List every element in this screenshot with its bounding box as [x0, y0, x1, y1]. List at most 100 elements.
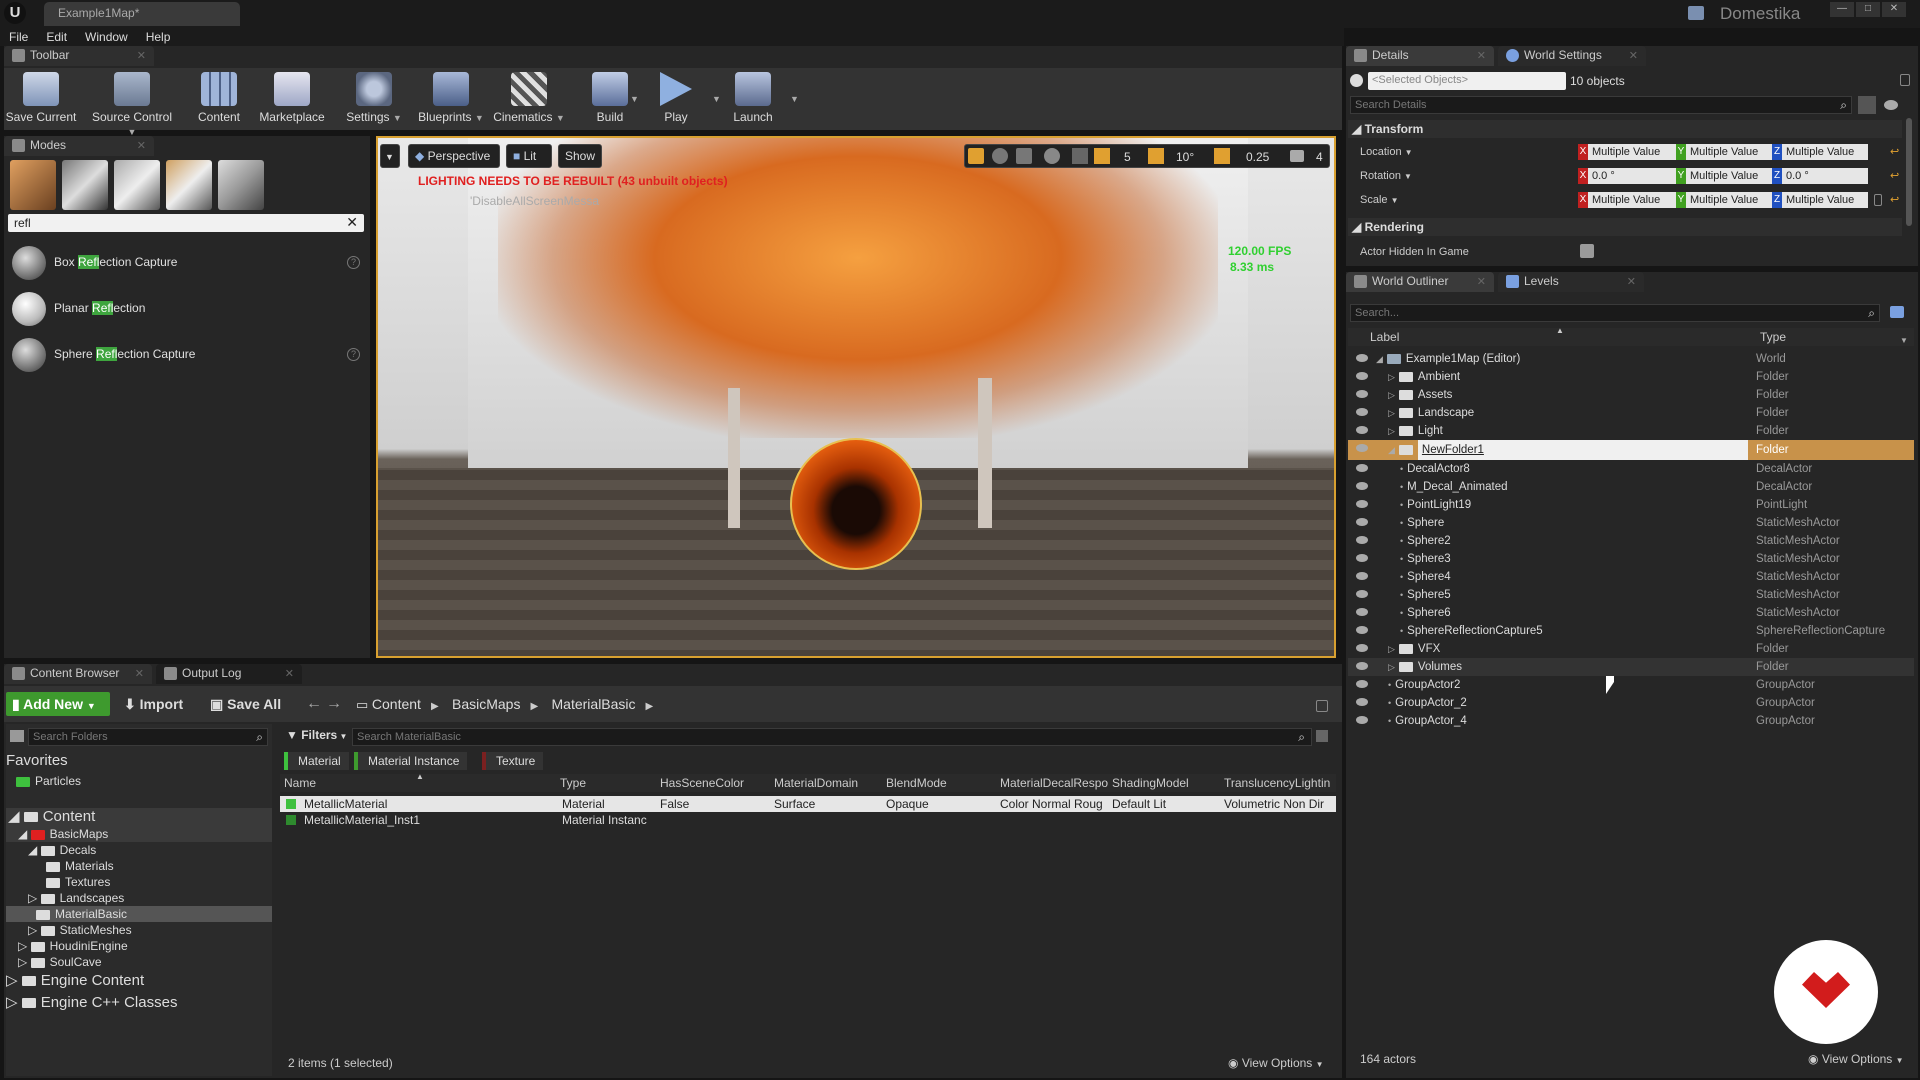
col-shadingmodel[interactable]: ShadingModel: [1112, 776, 1189, 790]
close-window-button[interactable]: ✕: [1882, 2, 1906, 17]
visibility-eye-icon[interactable]: [1356, 536, 1368, 544]
modes-search-box[interactable]: refl ✕: [8, 214, 364, 232]
visibility-eye-icon[interactable]: [1356, 662, 1368, 670]
content-browser-tab[interactable]: Content Browser ✕: [4, 664, 152, 684]
visibility-eye-icon[interactable]: [1356, 554, 1368, 562]
cinematics-button[interactable]: Cinematics ▼: [484, 70, 574, 130]
place-mode-icon[interactable]: [10, 160, 56, 210]
col-hasscenecolor[interactable]: HasSceneColor: [660, 776, 744, 790]
filter-chip-material-instance[interactable]: Material Instance: [354, 752, 468, 770]
outliner-row[interactable]: • Sphere StaticMeshActor: [1348, 514, 1914, 532]
scale-snap-icon[interactable]: [1214, 148, 1230, 164]
visibility-eye-icon[interactable]: [1356, 644, 1368, 652]
chevron-down-icon[interactable]: ▼: [1900, 336, 1908, 345]
visibility-eye-icon[interactable]: [1356, 482, 1368, 490]
back-icon[interactable]: ←: [306, 695, 322, 713]
asset-search-box[interactable]: Search MaterialBasic ⌕: [352, 728, 1312, 746]
outliner-view-options-button[interactable]: ◉ View Options ▼: [1808, 1052, 1904, 1066]
import-button[interactable]: ⬇ Import: [124, 696, 183, 713]
world-outliner-tab[interactable]: World Outliner ✕: [1346, 272, 1494, 292]
sphere-reflection-capture-item[interactable]: Sphere Reflection Capture?: [8, 334, 364, 376]
outliner-search-box[interactable]: Search... ⌕: [1350, 304, 1880, 322]
rotation-label[interactable]: Rotation ▼: [1360, 170, 1412, 182]
minimize-button[interactable]: —: [1830, 2, 1854, 17]
tree-landscapes[interactable]: ▷ Landscapes: [6, 890, 272, 906]
outliner-row[interactable]: ▷ VFX Folder: [1348, 640, 1914, 658]
paint-mode-icon[interactable]: [62, 160, 108, 210]
crumb-materialbasic[interactable]: MaterialBasic: [552, 696, 636, 712]
rotation-snap-icon[interactable]: [1148, 148, 1164, 164]
col-blendmode[interactable]: BlendMode: [886, 776, 947, 790]
help-icon[interactable]: ?: [347, 256, 360, 269]
rotation-snap-value[interactable]: 10°: [1176, 150, 1194, 164]
toolbar-tab[interactable]: Toolbar ✕: [4, 46, 154, 66]
show-button[interactable]: Show: [558, 144, 602, 168]
crumb-basicmaps[interactable]: BasicMaps: [452, 696, 520, 712]
location-y-input[interactable]: Multiple Value: [1686, 144, 1772, 160]
scale-x-input[interactable]: Multiple Value: [1588, 192, 1676, 208]
visibility-eye-icon[interactable]: [1356, 390, 1368, 398]
rendering-section-header[interactable]: ◢ Rendering: [1348, 218, 1902, 236]
outliner-row[interactable]: • GroupActor2 GroupActor: [1348, 676, 1914, 694]
maximize-button[interactable]: □: [1856, 2, 1880, 17]
source-control-icon[interactable]: [1688, 6, 1704, 20]
outliner-row[interactable]: • Sphere2 StaticMeshActor: [1348, 532, 1914, 550]
outliner-row[interactable]: ◢ Example1Map (Editor) World: [1348, 350, 1914, 368]
viewport-options-button[interactable]: ▼: [380, 144, 400, 168]
modes-search-input[interactable]: refl: [14, 216, 31, 230]
marketplace-button[interactable]: Marketplace: [252, 70, 332, 130]
actor-hidden-checkbox[interactable]: [1580, 244, 1594, 258]
asset-view-options-button[interactable]: ◉ View Options ▼: [1228, 1056, 1324, 1070]
eye-icon[interactable]: [1884, 100, 1898, 110]
search-details-input[interactable]: Search Details: [1355, 99, 1427, 111]
launch-button[interactable]: Launch: [716, 70, 790, 130]
selected-objects-field[interactable]: <Selected Objects>: [1368, 72, 1566, 90]
tree-houdiniengine[interactable]: ▷ HoudiniEngine: [6, 938, 272, 954]
outliner-row[interactable]: • GroupActor_2 GroupActor: [1348, 694, 1914, 712]
visibility-eye-icon[interactable]: [1356, 444, 1368, 452]
content-button[interactable]: Content: [182, 70, 256, 130]
expand-arrow-icon[interactable]: ▷: [1388, 662, 1395, 672]
transform-section-header[interactable]: ◢ Transform: [1348, 120, 1902, 138]
table-row[interactable]: MetallicMaterial Material False Surface …: [280, 796, 1336, 812]
menu-window[interactable]: Window: [76, 28, 137, 46]
close-icon[interactable]: ✕: [285, 667, 294, 680]
save-current-button[interactable]: Save Current: [4, 70, 78, 130]
expand-arrow-icon[interactable]: ▷: [1388, 644, 1395, 654]
tree-basicmaps[interactable]: ◢ BasicMaps: [6, 826, 272, 842]
filter-chip-texture[interactable]: Texture: [482, 752, 544, 770]
rotate-tool-icon[interactable]: [992, 148, 1008, 164]
tree-decals[interactable]: ◢ Decals: [6, 842, 272, 858]
crumb-content[interactable]: Content: [372, 696, 421, 712]
visibility-eye-icon[interactable]: [1356, 408, 1368, 416]
visibility-eye-icon[interactable]: [1356, 680, 1368, 688]
sources-toggle-icon[interactable]: [10, 730, 24, 742]
tree-engine-cpp[interactable]: ▷ Engine C++ Classes: [6, 992, 272, 1014]
search-details-box[interactable]: Search Details ⌕: [1350, 96, 1852, 114]
perspective-button[interactable]: ◆ Perspective: [408, 144, 500, 168]
lock-scale-icon[interactable]: [1874, 194, 1882, 206]
filters-button[interactable]: ▼ Filters ▼: [286, 728, 347, 742]
visibility-eye-icon[interactable]: [1356, 590, 1368, 598]
reset-icon[interactable]: ↩: [1890, 145, 1899, 158]
property-matrix-icon[interactable]: [1858, 96, 1876, 114]
tree-staticmeshes[interactable]: ▷ StaticMeshes: [6, 922, 272, 938]
details-tab[interactable]: Details ✕: [1346, 46, 1494, 66]
world-space-icon[interactable]: [1044, 148, 1060, 164]
menu-file[interactable]: File: [0, 28, 37, 46]
tree-materials[interactable]: Materials: [6, 858, 272, 874]
visibility-eye-icon[interactable]: [1356, 572, 1368, 580]
scale-y-input[interactable]: Multiple Value: [1686, 192, 1772, 208]
reset-icon[interactable]: ↩: [1890, 169, 1899, 182]
expand-arrow-icon[interactable]: ▷: [1388, 372, 1395, 382]
col-materialdomain[interactable]: MaterialDomain: [774, 776, 858, 790]
visibility-eye-icon[interactable]: [1356, 608, 1368, 616]
viewport[interactable]: [376, 136, 1336, 658]
favorite-item[interactable]: Particles: [16, 774, 81, 788]
landscape-mode-icon[interactable]: [114, 160, 160, 210]
save-search-icon[interactable]: [1316, 730, 1328, 742]
outliner-row[interactable]: • PointLight19 PointLight: [1348, 496, 1914, 514]
outliner-row[interactable]: • Sphere6 StaticMeshActor: [1348, 604, 1914, 622]
outliner-row[interactable]: • Sphere4 StaticMeshActor: [1348, 568, 1914, 586]
expand-arrow-icon[interactable]: ▷: [1388, 426, 1395, 436]
